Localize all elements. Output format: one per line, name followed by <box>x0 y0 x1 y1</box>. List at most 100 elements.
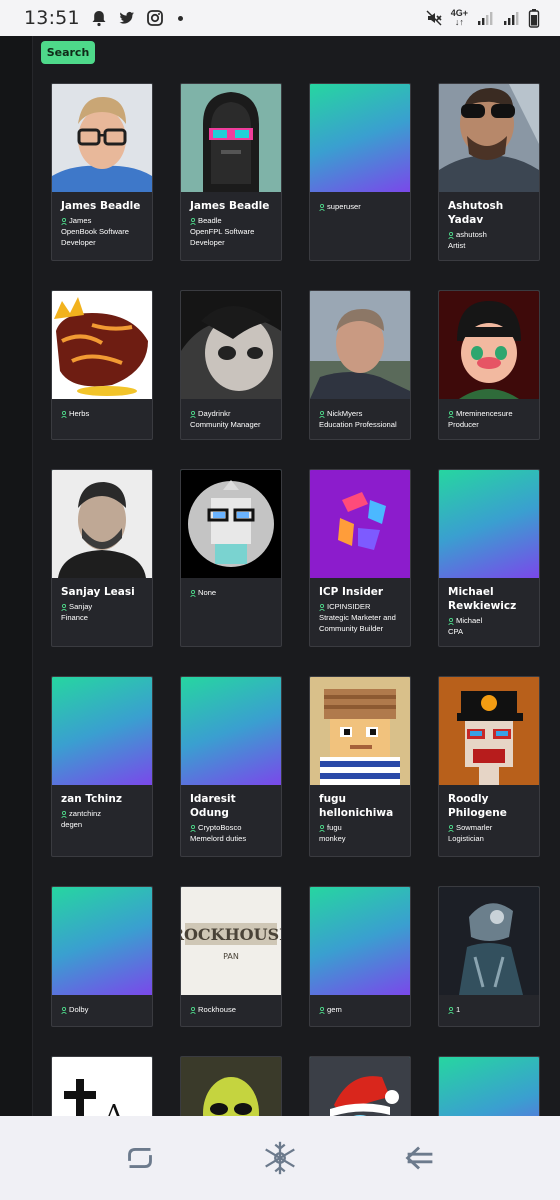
card-info: Ashutosh Yadav ashutosh Artist <box>439 192 539 257</box>
snowflake-home-icon[interactable] <box>259 1137 301 1179</box>
avatar <box>310 677 410 785</box>
avatar <box>310 84 410 192</box>
user-icon <box>61 410 67 419</box>
profile-card[interactable]: Roodly Philogene Sowmarler Logistician <box>438 676 540 857</box>
handle-text: Dolby <box>69 1005 89 1014</box>
profile-card[interactable]: James Beadle James OpenBook Software Dev… <box>51 83 153 261</box>
user-icon <box>448 617 454 626</box>
profile-card[interactable]: A <box>51 1056 153 1116</box>
profile-name: James Beadle <box>190 200 270 212</box>
profile-card[interactable]: Dolby <box>51 886 153 1027</box>
avatar <box>439 887 539 995</box>
handle-text: Herbs <box>69 409 90 418</box>
profile-card[interactable]: ROCKHOUSE PAN Rockhouse <box>180 886 282 1027</box>
profile-grid: James Beadle James OpenBook Software Dev… <box>51 83 540 1116</box>
recent-apps-icon[interactable] <box>119 1137 161 1179</box>
signal-icon <box>502 9 520 27</box>
network-4g-icon: 4G+ ↓↑ <box>450 8 468 27</box>
handle-text: Michael <box>456 616 483 625</box>
handle-text: superuser <box>327 202 361 211</box>
avatar <box>439 470 539 578</box>
card-info: NickMyers Education Professional <box>310 399 410 436</box>
profile-handle: Beadle <box>190 215 273 226</box>
avatar <box>52 887 152 995</box>
profile-bio: monkey <box>319 834 346 843</box>
profile-handle: gem <box>319 1004 402 1015</box>
profile-card[interactable]: Herbs <box>51 290 153 440</box>
profile-handle: Dolby <box>61 1004 144 1015</box>
handle-text: Mreminencesure <box>456 409 513 418</box>
signal-icon <box>476 9 494 27</box>
profile-handle: CryptoBosco <box>190 822 273 833</box>
search-button[interactable]: Search <box>41 41 95 64</box>
avatar <box>310 1057 410 1116</box>
handle-text: Daydrinkr <box>198 409 231 418</box>
card-info: Herbs <box>52 399 152 425</box>
avatar <box>181 470 281 578</box>
profile-card[interactable]: ICP Insider ICPINSIDER Strategic Markete… <box>309 469 411 647</box>
card-info: Rockhouse <box>181 995 281 1021</box>
user-icon <box>190 824 196 833</box>
profile-card[interactable]: James Beadle Beadle OpenFPL Software Dev… <box>180 83 282 261</box>
profile-handle: Rockhouse <box>190 1004 273 1015</box>
profile-handle: superuser <box>319 201 402 212</box>
status-time: 13:51 <box>24 7 80 29</box>
sidebar-rail <box>0 36 33 1116</box>
profile-card[interactable]: gem <box>309 886 411 1027</box>
profile-name: James Beadle <box>61 200 141 212</box>
card-info: zan Tchinz zantchinz degen <box>52 785 152 836</box>
profile-card[interactable]: zan Tchinz zantchinz degen <box>51 676 153 857</box>
profile-bio: OpenFPL Software Developer <box>190 227 255 247</box>
profile-card[interactable]: 1 <box>438 886 540 1027</box>
profile-card[interactable] <box>180 1056 282 1116</box>
handle-text: gem <box>327 1005 342 1014</box>
profile-bio: OpenBook Software Developer <box>61 227 129 247</box>
avatar: ROCKHOUSE PAN <box>181 887 281 995</box>
back-arrow-icon[interactable] <box>399 1137 441 1179</box>
profile-name: Michael Rewkiewicz <box>448 586 517 612</box>
handle-text: Beadle <box>198 216 222 225</box>
profile-card[interactable]: superuser <box>309 83 411 261</box>
card-info: 1 <box>439 995 539 1021</box>
profile-card[interactable]: Mreminencesure Producer <box>438 290 540 440</box>
handle-text: ICPINSIDER <box>327 602 371 611</box>
profile-card[interactable]: None <box>180 469 282 647</box>
avatar <box>310 887 410 995</box>
handle-text: NickMyers <box>327 409 363 418</box>
profile-card[interactable] <box>309 1056 411 1116</box>
card-info: James Beadle James OpenBook Software Dev… <box>52 192 152 254</box>
profile-card[interactable]: Idaresit Odung CryptoBosco Memelord duti… <box>180 676 282 857</box>
card-info: Michael Rewkiewicz Michael CPA <box>439 578 539 643</box>
avatar <box>52 677 152 785</box>
avatar <box>181 84 281 192</box>
handle-text: zantchinz <box>69 809 102 818</box>
profile-bio: Finance <box>61 613 89 622</box>
profile-card[interactable]: NickMyers Education Professional <box>309 290 411 440</box>
status-right: 4G+ ↓↑ <box>425 8 540 28</box>
user-icon <box>61 603 67 612</box>
profile-handle: Sanjay <box>61 601 144 612</box>
profile-card[interactable]: Michael Rewkiewicz Michael CPA <box>438 469 540 647</box>
profile-card[interactable]: fugu hellonichiwa fugu monkey <box>309 676 411 857</box>
handle-text: ashutosh <box>456 230 487 239</box>
profile-bio: Education Professional <box>319 420 397 429</box>
avatar <box>310 291 410 399</box>
dot-icon <box>177 15 183 21</box>
profile-bio: Strategic Marketer and Community Builder <box>319 613 396 633</box>
profile-card[interactable]: Sanjay Leasi Sanjay Finance <box>51 469 153 647</box>
avatar <box>310 470 410 578</box>
user-icon <box>448 231 454 240</box>
user-icon <box>61 810 67 819</box>
card-info: Roodly Philogene Sowmarler Logistician <box>439 785 539 850</box>
profile-name: Roodly Philogene <box>448 793 507 819</box>
profile-card[interactable]: Daydrinkr Community Manager <box>180 290 282 440</box>
avatar <box>181 291 281 399</box>
profile-card[interactable]: Ashutosh Yadav ashutosh Artist <box>438 83 540 261</box>
avatar <box>181 677 281 785</box>
card-info: superuser <box>310 192 410 218</box>
profile-handle: ICPINSIDER <box>319 601 402 612</box>
profile-handle: James <box>61 215 144 226</box>
profile-handle: fugu <box>319 822 402 833</box>
card-info: Idaresit Odung CryptoBosco Memelord duti… <box>181 785 281 850</box>
profile-card[interactable] <box>438 1056 540 1116</box>
